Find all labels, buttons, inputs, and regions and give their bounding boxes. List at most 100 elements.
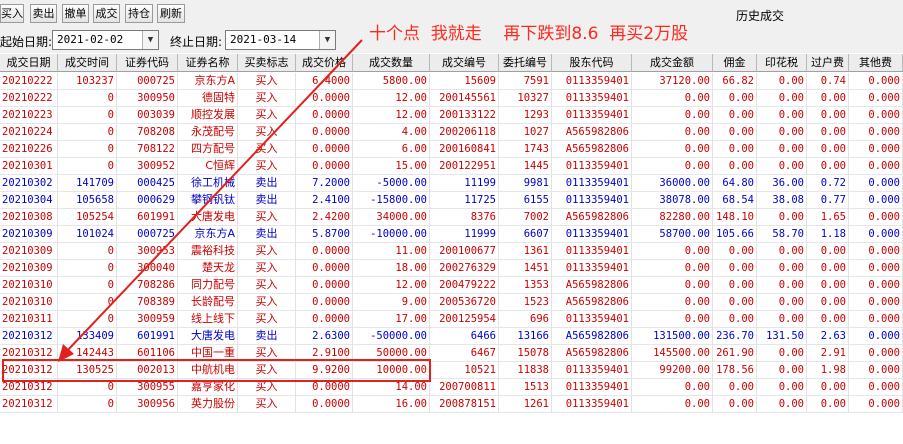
cell-side: 卖出 <box>238 175 296 192</box>
column-header-trade-date[interactable]: 成交日期 <box>0 54 58 72</box>
cancel-order-button[interactable]: 撤单 <box>62 4 89 23</box>
column-header-trade-time[interactable]: 成交时间 <box>58 54 117 72</box>
cell-commission: 0.00 <box>713 277 757 294</box>
cell-other-fee: 0.000 <box>849 124 903 141</box>
table-row[interactable]: 20210223 0 003039 顺控发展 买入 0.0000 12.00 20013312… <box>0 107 903 124</box>
cell-security-name: 中国一重 <box>178 345 238 362</box>
cell-quantity: 12.00 <box>353 107 430 124</box>
column-header-commission[interactable]: 佣金 <box>713 54 757 72</box>
table-row[interactable]: 20210222 0 300950 德固特 买入 0.0000 12.00 200145561… <box>0 90 903 107</box>
cell-amount: 99200.00 <box>632 362 713 379</box>
table-row[interactable]: 20210312 0 300955 嘉亨家化 买入 0.0000 14.00 20070081… <box>0 379 903 396</box>
cell-commission: 236.70 <box>713 328 757 345</box>
cell-trade-no: 200206118 <box>430 124 499 141</box>
table-row[interactable]: 20210312 0 300956 英力股份 买入 0.0000 16.00 20087815… <box>0 396 903 413</box>
cell-order-no: 1743 <box>499 141 552 158</box>
column-header-security-code[interactable]: 证券代码 <box>117 54 178 72</box>
column-header-holder-code[interactable]: 股东代码 <box>552 54 632 72</box>
cell-holder-code: 0113359401 <box>552 107 632 124</box>
cell-stamp-tax: 0.00 <box>757 396 807 413</box>
cell-trade-date: 20210309 <box>0 243 58 260</box>
cell-trade-time: 0 <box>58 90 117 107</box>
refresh-button[interactable]: 刷新 <box>157 4 185 23</box>
start-date-picker[interactable]: 2021-02-02 ▼ <box>52 30 159 50</box>
column-header-order-no[interactable]: 委托编号 <box>499 54 552 72</box>
table-row[interactable]: 20210312 133409 601991 大唐发电 卖出 2.6300 -50000.0… <box>0 328 903 345</box>
table-row[interactable]: 20210308 105254 601991 大唐发电 买入 2.4200 34000.00… <box>0 209 903 226</box>
cell-trade-time: 0 <box>58 141 117 158</box>
cell-stamp-tax: 0.00 <box>757 124 807 141</box>
cell-trade-time: 130525 <box>58 362 117 379</box>
column-header-security-name[interactable]: 证券名称 <box>178 54 238 72</box>
cell-stamp-tax: 0.00 <box>757 260 807 277</box>
column-header-price[interactable]: 成交价格 <box>296 54 353 72</box>
column-header-trade-no[interactable]: 成交编号 <box>430 54 499 72</box>
cell-holder-code: A565982806 <box>552 294 632 311</box>
cell-trade-no: 11999 <box>430 226 499 243</box>
cell-stamp-tax: 0.00 <box>757 141 807 158</box>
cell-holder-code: 0113359401 <box>552 73 632 90</box>
cell-trade-time: 0 <box>58 260 117 277</box>
cell-order-no: 7002 <box>499 209 552 226</box>
cell-trade-no: 6467 <box>430 345 499 362</box>
chevron-down-icon[interactable]: ▼ <box>319 31 335 49</box>
cell-trade-no: 200479222 <box>430 277 499 294</box>
cell-side: 买入 <box>238 345 296 362</box>
table-row[interactable]: 20210310 0 708286 同力配号 买入 0.0000 12.00 20047922… <box>0 277 903 294</box>
deals-button[interactable]: 成交 <box>93 4 120 23</box>
column-header-transfer-fee[interactable]: 过户费 <box>807 54 849 72</box>
cell-transfer-fee: 1.18 <box>807 226 849 243</box>
cell-transfer-fee: 0.00 <box>807 90 849 107</box>
cell-other-fee: 0.000 <box>849 328 903 345</box>
table-row[interactable]: 20210310 0 708389 长龄配号 买入 0.0000 9.00 200536720… <box>0 294 903 311</box>
table-row[interactable]: 20210309 0 300040 楚天龙 买入 0.0000 18.00 200276329… <box>0 260 903 277</box>
cell-trade-time: 0 <box>58 243 117 260</box>
table-row[interactable]: 20210224 0 708208 永茂配号 买入 0.0000 4.00 200206118… <box>0 124 903 141</box>
sell-button[interactable]: 卖出 <box>30 4 57 23</box>
cell-stamp-tax: 0.00 <box>757 243 807 260</box>
cell-stamp-tax: 0.00 <box>757 294 807 311</box>
cell-other-fee: 0.000 <box>849 107 903 124</box>
cell-amount: 0.00 <box>632 107 713 124</box>
column-header-side[interactable]: 买卖标志 <box>238 54 296 72</box>
column-header-amount[interactable]: 成交金额 <box>632 54 713 72</box>
cell-trade-no: 11199 <box>430 175 499 192</box>
cell-holder-code: A565982806 <box>552 345 632 362</box>
cell-order-no: 1513 <box>499 379 552 396</box>
end-date-picker[interactable]: 2021-03-14 ▼ <box>225 30 336 50</box>
table-row[interactable]: 20210312 130525 002013 中航机电 买入 9.9200 10000.00… <box>0 362 903 379</box>
cell-trade-time: 142443 <box>58 345 117 362</box>
table-row[interactable]: 20210226 0 708122 四方配号 买入 0.0000 6.00 200160841… <box>0 141 903 158</box>
column-header-stamp-tax[interactable]: 印花税 <box>757 54 807 72</box>
cell-side: 买入 <box>238 158 296 175</box>
table-row[interactable]: 20210312 142443 601106 中国一重 买入 2.9100 50000.00… <box>0 345 903 362</box>
cell-transfer-fee: 0.00 <box>807 379 849 396</box>
cell-amount: 0.00 <box>632 396 713 413</box>
cell-trade-no: 200276329 <box>430 260 499 277</box>
positions-button[interactable]: 持仓 <box>125 4 153 23</box>
cell-order-no: 13166 <box>499 328 552 345</box>
table-row[interactable]: 20210302 141709 000425 徐工机械 卖出 7.2000 -5000.00… <box>0 175 903 192</box>
buy-button[interactable]: 买入 <box>0 4 24 23</box>
cell-stamp-tax: 0.00 <box>757 209 807 226</box>
cell-quantity: 17.00 <box>353 311 430 328</box>
column-header-quantity[interactable]: 成交数量 <box>353 54 430 72</box>
cell-price: 0.0000 <box>296 260 353 277</box>
table-row[interactable]: 20210301 0 300952 C恒辉 买入 0.0000 15.00 200122951… <box>0 158 903 175</box>
cell-trade-no: 11725 <box>430 192 499 209</box>
chevron-down-icon[interactable]: ▼ <box>142 31 158 49</box>
table-row[interactable]: 20210309 101024 000725 京东方A 卖出 5.8700 -10000.0… <box>0 226 903 243</box>
cell-security-name: 大唐发电 <box>178 209 238 226</box>
cell-trade-time: 105254 <box>58 209 117 226</box>
table-row[interactable]: 20210222 103237 000725 京东方A 买入 6.4000 5800.00 1… <box>0 73 903 90</box>
cell-security-name: 永茂配号 <box>178 124 238 141</box>
cell-security-name: 楚天龙 <box>178 260 238 277</box>
table-row[interactable]: 20210309 0 300953 震裕科技 买入 0.0000 11.00 20010067… <box>0 243 903 260</box>
cell-trade-time: 0 <box>58 294 117 311</box>
cell-side: 买入 <box>238 277 296 294</box>
cell-security-code: 300952 <box>117 158 178 175</box>
column-header-other-fee[interactable]: 其他费 <box>849 54 903 72</box>
table-row[interactable]: 20210304 105658 000629 攀钢钒钛 卖出 2.4100 -15800.0… <box>0 192 903 209</box>
table-row[interactable]: 20210311 0 300959 线上线下 买入 0.0000 17.00 20012595… <box>0 311 903 328</box>
cell-price: 5.8700 <box>296 226 353 243</box>
